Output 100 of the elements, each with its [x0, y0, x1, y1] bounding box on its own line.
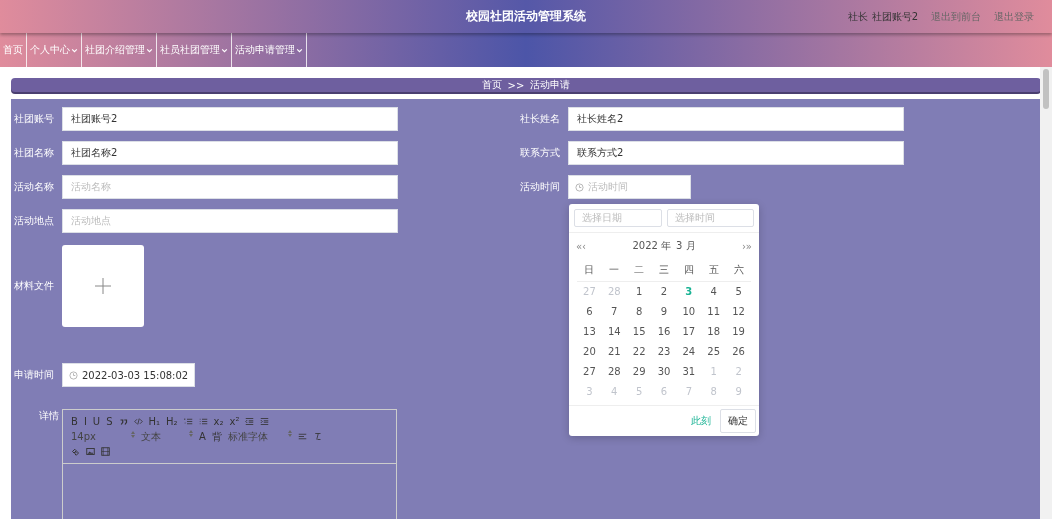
calendar-day[interactable]: 1 [626, 282, 652, 302]
field-label: 社长姓名 [519, 112, 561, 126]
outdent-icon[interactable] [245, 417, 255, 426]
calendar-day[interactable]: 29 [626, 362, 652, 382]
input-field[interactable]: 社团账号2 [62, 107, 398, 131]
calendar-day[interactable]: 25 [701, 342, 727, 362]
field-label: 社团名称 [13, 146, 55, 160]
input-field[interactable]: 社团名称2 [62, 141, 398, 165]
calendar-day[interactable]: 17 [676, 322, 702, 342]
input-field[interactable]: 联系方式2 [568, 141, 904, 165]
toolbar-dropdown[interactable]: 文本 [141, 429, 193, 444]
toolbar-button[interactable]: S [106, 416, 113, 427]
calendar-day[interactable]: 5 [726, 282, 751, 302]
align-icon[interactable] [297, 432, 307, 441]
chevron-down-icon [296, 46, 303, 54]
calendar-day[interactable]: 26 [726, 342, 751, 362]
toolbar-button[interactable]: 背 [211, 429, 222, 444]
breadcrumb-item[interactable]: 活动申请 [530, 78, 571, 92]
chevron-down-icon [146, 46, 153, 54]
toolbar-button[interactable]: H₂ [166, 416, 178, 427]
weekday-label: 六 [726, 255, 751, 282]
calendar-day[interactable]: 15 [626, 322, 652, 342]
weekday-label: 一 [601, 255, 627, 282]
input-field[interactable]: 2022-03-03 15:08:02 [62, 363, 195, 387]
chevron-down-icon [221, 46, 228, 54]
field-label: 活动名称 [13, 180, 55, 194]
toolbar-button[interactable]: B [71, 416, 78, 427]
calendar-day[interactable]: 8 [626, 302, 652, 322]
calendar-day[interactable]: 7 [601, 302, 627, 322]
code-icon[interactable] [133, 417, 143, 426]
clear-format-icon[interactable] [312, 432, 322, 441]
header-link[interactable]: 退出登录 [994, 9, 1034, 24]
toolbar-button[interactable]: A [199, 431, 206, 442]
input-field[interactable]: 社长姓名2 [568, 107, 904, 131]
numbered-list-icon[interactable] [183, 417, 193, 426]
chevron-down-icon [71, 46, 78, 54]
calendar-day[interactable]: 18 [701, 322, 727, 342]
nav-menu-item[interactable]: 社员社团管理 [157, 33, 232, 67]
calendar-day[interactable]: 10 [676, 302, 702, 322]
toolbar-button[interactable]: x² [229, 416, 240, 427]
weekday-label: 四 [676, 255, 702, 282]
calendar-day[interactable]: 6 [577, 302, 602, 322]
month-label[interactable]: 3 月 [676, 239, 696, 253]
toolbar-button[interactable]: U [92, 416, 101, 427]
calendar-day[interactable]: 13 [577, 322, 602, 342]
field-label: 社团账号 [13, 112, 55, 126]
plus-icon [94, 277, 112, 295]
quote-icon[interactable] [118, 417, 128, 426]
field-label: 活动地点 [13, 214, 55, 228]
calendar-day[interactable]: 28 [601, 362, 627, 382]
field-label: 活动时间 [519, 180, 561, 194]
scrollbar[interactable] [1040, 67, 1052, 519]
clock-icon [575, 182, 584, 192]
clock-icon [69, 370, 78, 380]
nav-menu-item[interactable]: 个人中心 [27, 33, 82, 67]
field-label: 申请时间 [13, 368, 55, 382]
dropdown-arrow-icon [131, 431, 135, 438]
calendar-day[interactable]: 23 [651, 342, 677, 362]
calendar-day[interactable]: 30 [651, 362, 677, 382]
confirm-button[interactable]: 确定 [720, 409, 756, 433]
calendar-day[interactable]: 3 [676, 282, 702, 302]
indent-icon[interactable] [260, 417, 270, 426]
calendar-day[interactable]: 14 [601, 322, 627, 342]
year-label[interactable]: 2022 年 [632, 239, 672, 253]
toolbar-dropdown[interactable]: 14px [71, 431, 135, 442]
calendar-day[interactable]: 11 [701, 302, 727, 322]
breadcrumb-item[interactable]: 首页 [481, 78, 502, 92]
calendar-day[interactable]: 9 [651, 302, 677, 322]
calendar-day[interactable]: 21 [601, 342, 627, 362]
breadcrumb-separator: >> [507, 79, 525, 91]
calendar-day[interactable]: 24 [676, 342, 702, 362]
video-icon[interactable] [101, 447, 110, 456]
rich-text-editor[interactable]: B I U S H₁ H₂ x₂ x² 14px 文本 A 背 标准字体 [62, 409, 397, 519]
calendar-day[interactable]: 19 [726, 322, 751, 342]
toolbar-button[interactable]: I [83, 416, 87, 427]
previous-button[interactable]: «‹ [576, 240, 587, 252]
bullet-list-icon[interactable] [198, 417, 208, 426]
app-title: 校园社团活动管理系统 [466, 9, 586, 23]
calendar-day[interactable]: 20 [577, 342, 602, 362]
next-button[interactable]: ›» [741, 240, 752, 252]
toolbar-dropdown[interactable]: 标准字体 [227, 429, 292, 444]
dropdown-arrow-icon [189, 429, 193, 437]
calendar-day[interactable]: 16 [651, 322, 677, 342]
calendar-day[interactable]: 12 [726, 302, 751, 322]
nav-menu-item[interactable]: 活动申请管理 [232, 33, 307, 67]
weekday-label: 五 [701, 255, 727, 282]
now-link[interactable]: 此刻 [691, 414, 711, 428]
image-icon[interactable] [86, 447, 95, 456]
calendar-day[interactable]: 22 [626, 342, 652, 362]
calendar-day[interactable]: 2 [651, 282, 677, 302]
weekday-label: 二 [626, 255, 652, 282]
field-label: 材料文件 [13, 279, 55, 293]
nav-menu-item[interactable]: 首页 [0, 33, 27, 67]
calendar-day[interactable]: 31 [676, 362, 702, 382]
link-icon[interactable] [71, 447, 80, 456]
toolbar-button[interactable]: x₂ [213, 416, 224, 427]
calendar-day[interactable]: 27 [577, 362, 602, 382]
calendar-day[interactable]: 4 [701, 282, 727, 302]
nav-menu-item[interactable]: 社团介绍管理 [82, 33, 157, 67]
toolbar-button[interactable]: H₁ [148, 416, 161, 427]
